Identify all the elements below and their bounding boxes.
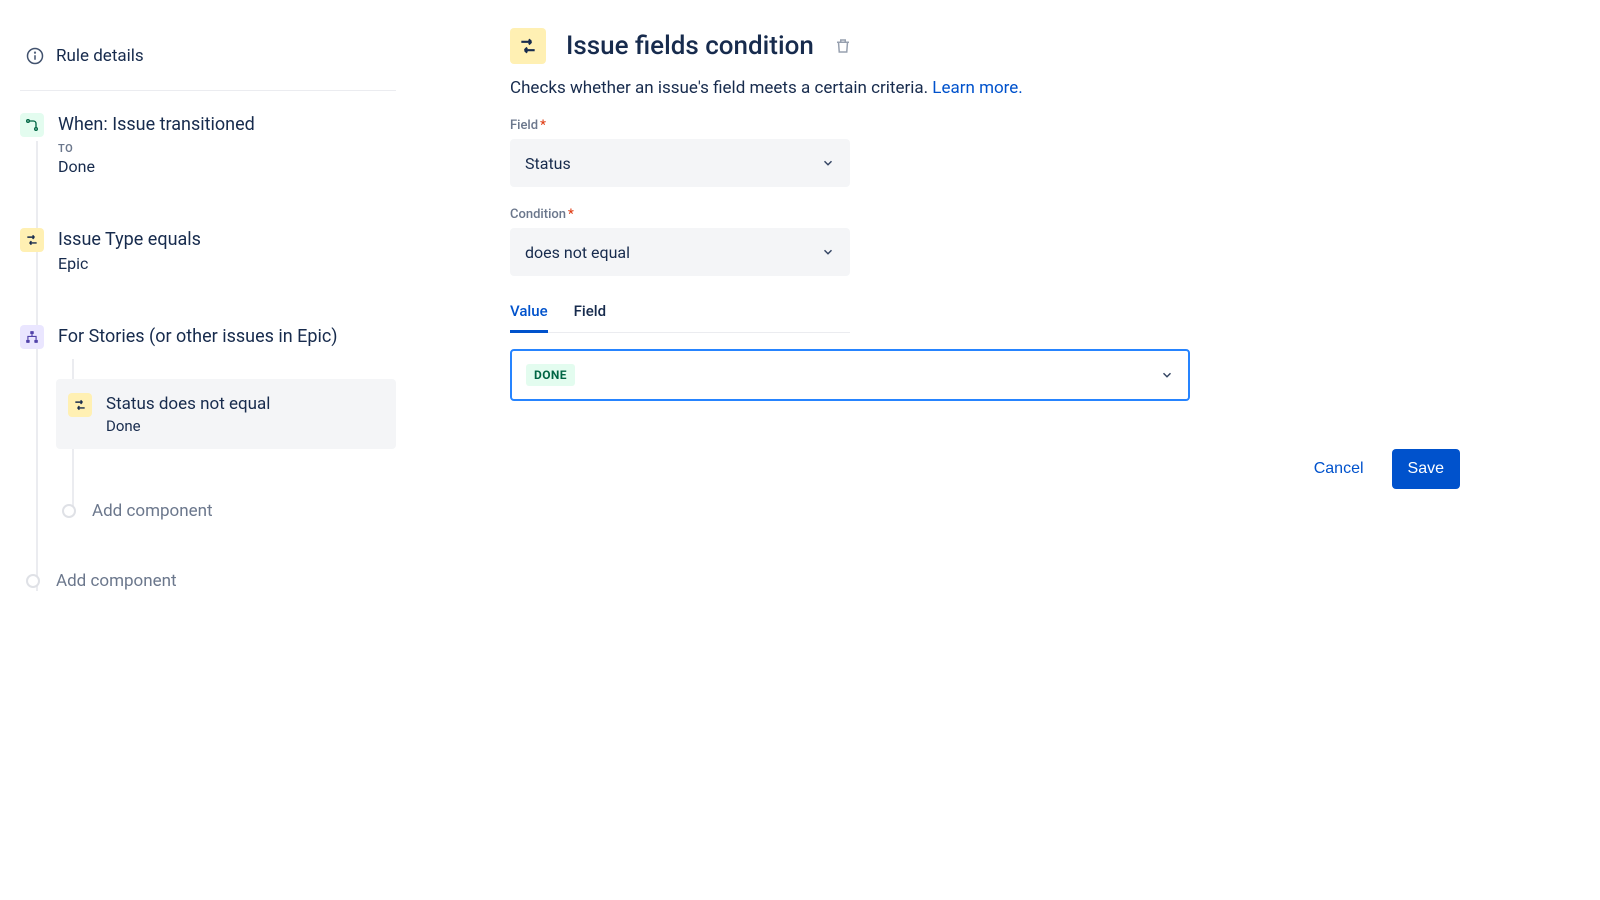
trigger-sub: Done <box>58 157 255 176</box>
condition-icon <box>68 393 92 417</box>
condition-icon <box>20 228 44 252</box>
field-label: Field* <box>510 118 1460 133</box>
add-circle-icon <box>62 504 76 518</box>
add-component-label: Add component <box>56 571 177 591</box>
cancel-button[interactable]: Cancel <box>1298 449 1380 489</box>
branch-icon <box>20 325 44 349</box>
chevron-down-icon <box>821 156 835 170</box>
add-component[interactable]: Add component <box>20 571 396 591</box>
field-value: Status <box>525 154 571 173</box>
chevron-down-icon <box>821 245 835 259</box>
trigger-icon <box>20 113 44 137</box>
value-field-tabs: Value Field <box>510 296 850 333</box>
description: Checks whether an issue's field meets a … <box>510 78 1460 98</box>
branch-title: For Stories (or other issues in Epic) <box>58 325 338 348</box>
selected-title: Status does not equal <box>106 393 270 415</box>
value-chip: DONE <box>526 364 575 386</box>
delete-icon[interactable] <box>834 37 852 55</box>
trigger-node[interactable]: When: Issue transitioned TO Done <box>20 113 396 176</box>
rule-sidebar: Rule details When: Issue transitioned TO… <box>0 0 420 900</box>
field-select[interactable]: Status <box>510 139 850 187</box>
condition-1-title: Issue Type equals <box>58 228 201 251</box>
condition-1-sub: Epic <box>58 254 201 273</box>
tab-value[interactable]: Value <box>510 296 548 333</box>
condition-node-1[interactable]: Issue Type equals Epic <box>20 228 396 272</box>
info-icon <box>26 47 44 65</box>
main-panel: Issue fields condition Checks whether an… <box>420 0 1600 900</box>
rule-timeline: When: Issue transitioned TO Done Issue T… <box>20 113 396 591</box>
selected-condition-node[interactable]: Status does not equal Done <box>56 379 396 449</box>
trigger-title: When: Issue transitioned <box>58 113 255 136</box>
add-component-nested[interactable]: Add component <box>56 501 396 521</box>
condition-value: does not equal <box>525 243 630 262</box>
condition-label: Condition* <box>510 207 1460 222</box>
value-select[interactable]: DONE <box>510 349 1190 401</box>
tab-field[interactable]: Field <box>574 296 606 332</box>
page-title: Issue fields condition <box>566 31 814 61</box>
rule-details-label: Rule details <box>56 46 144 66</box>
condition-select[interactable]: does not equal <box>510 228 850 276</box>
branch-node[interactable]: For Stories (or other issues in Epic) <box>20 325 396 349</box>
rule-details-link[interactable]: Rule details <box>20 40 396 91</box>
add-circle-icon <box>26 574 40 588</box>
save-button[interactable]: Save <box>1392 449 1460 489</box>
add-component-nested-label: Add component <box>92 501 213 521</box>
header-condition-icon <box>510 28 546 64</box>
learn-more-link[interactable]: Learn more. <box>932 78 1023 98</box>
selected-sub: Done <box>106 417 270 435</box>
chevron-down-icon <box>1160 368 1174 382</box>
nested-branch: Status does not equal Done Add component <box>56 379 396 521</box>
trigger-sub-label: TO <box>58 142 255 155</box>
